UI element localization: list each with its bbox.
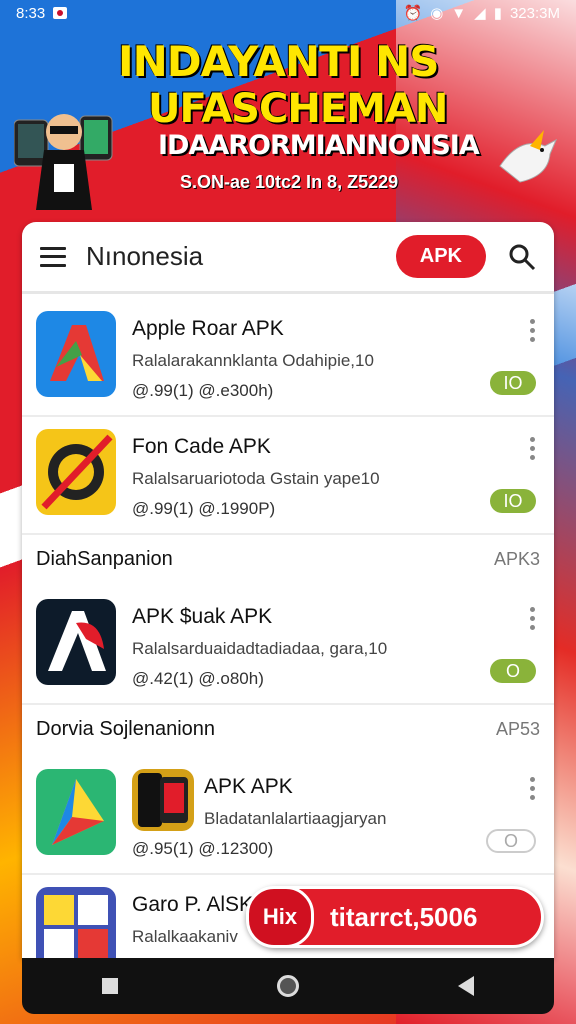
- app-bar: Nınonesia APK: [22, 222, 554, 294]
- hamburger-menu-icon[interactable]: [40, 246, 66, 267]
- app-description: Ralalkaakaniv: [132, 927, 238, 946]
- app-description: Bladatanlalartiaagjaryan: [204, 809, 387, 828]
- section-header: DiahSanpanion APK3: [22, 533, 554, 585]
- bird-icon: [499, 130, 558, 183]
- list-item[interactable]: Fon Cade APK Ralalsaruariotoda Gstain ya…: [22, 415, 554, 535]
- list-item[interactable]: APK $uak APK Ralalsarduaidadtadiadaa, ga…: [22, 585, 554, 705]
- app-icon: [36, 311, 116, 397]
- app-meta: @.99(1) @.e300h): [132, 381, 274, 400]
- install-toggle[interactable]: O: [486, 829, 536, 853]
- status-right-text: 323:3M: [509, 4, 560, 22]
- home-icon[interactable]: [276, 975, 299, 997]
- banner-date: S.ON-ae 10tc2 In 8, Z5229: [180, 172, 399, 192]
- more-options-icon[interactable]: [530, 777, 536, 800]
- banner-title-line2: UFASCHEMAN: [148, 86, 448, 132]
- app-icon: [36, 429, 116, 515]
- banner-title-line1: INDAYANTI NS: [118, 37, 439, 86]
- app-meta: @.95(1) @.12300): [132, 839, 274, 858]
- app-icon: [36, 887, 116, 958]
- status-time: 8:33: [16, 4, 46, 22]
- section-title: DiahSanpanion: [36, 547, 173, 570]
- section-header: Dorvia Sojlenanionn AP53: [22, 703, 554, 755]
- back-icon[interactable]: [458, 976, 475, 996]
- section-title: Dorvia Sojlenanionn: [36, 717, 216, 740]
- section-count: AP53: [495, 718, 540, 739]
- app-icon: [36, 599, 116, 685]
- search-icon[interactable]: [508, 243, 536, 271]
- promo-banner[interactable]: INDAYANTI NS UFASCHEMAN IDAARORMIANNONSI…: [0, 26, 576, 216]
- mascot-image: [14, 114, 113, 210]
- app-title: Apple Roar APK: [132, 317, 284, 340]
- app-title: APK $uak APK: [132, 605, 273, 628]
- app-meta: @.99(1) @.1990P): [132, 499, 276, 518]
- notification-icon: [53, 7, 68, 19]
- app-description: Ralalsaruariotoda Gstain yape10: [132, 469, 380, 488]
- alarm-icon: ⏰: [403, 5, 423, 22]
- more-options-icon[interactable]: [530, 319, 536, 342]
- install-toggle[interactable]: IO: [490, 489, 536, 513]
- install-toggle[interactable]: O: [490, 659, 536, 683]
- battery-icon: ▮: [493, 5, 502, 22]
- app-bar-title: Nınonesia: [86, 241, 204, 271]
- vibrate-icon: ◉: [430, 5, 444, 22]
- banner-subtitle: IDAARORMIANNONSIA: [158, 130, 480, 161]
- signal-icon: ◢: [474, 5, 486, 22]
- app-title: Garo P. AlSK: [132, 893, 254, 916]
- app-icon: [36, 769, 116, 855]
- app-thumbnail: [132, 769, 194, 831]
- app-description: Ralalsarduaidadtadiadaa, gara,10: [132, 639, 388, 658]
- install-toggle[interactable]: IO: [490, 371, 536, 395]
- system-nav-bar: [22, 958, 554, 1014]
- app-title: Fon Cade APK: [132, 435, 271, 458]
- floating-action-button[interactable]: Hix titarrct,5006: [246, 886, 544, 948]
- app-description: Ralalarakannklanta Odahipie,10: [132, 351, 374, 370]
- app-meta: @.42(1) @.o80h): [132, 669, 264, 688]
- section-count: APK3: [493, 548, 540, 569]
- list-item[interactable]: Apple Roar APK Ralalarakannklanta Odahip…: [22, 297, 554, 417]
- fab-icon: Hix: [246, 886, 314, 948]
- status-bar: 8:33 ⏰ ◉ ▼ ◢ ▮ 323:3M: [0, 0, 576, 26]
- app-list-card: Nınonesia APK Apple Roar APK Ralalarakan…: [22, 222, 554, 958]
- more-options-icon[interactable]: [530, 607, 536, 630]
- more-options-icon[interactable]: [530, 437, 536, 460]
- app-title: APK APK: [204, 775, 293, 798]
- list-item[interactable]: APK APK Bladatanlalartiaagjaryan @.95(1)…: [22, 755, 554, 875]
- apk-filter-button[interactable]: APK: [395, 235, 486, 278]
- recents-icon[interactable]: [101, 978, 118, 994]
- fab-label: titarrct,5006: [330, 901, 478, 932]
- wifi-icon: ▼: [451, 4, 467, 22]
